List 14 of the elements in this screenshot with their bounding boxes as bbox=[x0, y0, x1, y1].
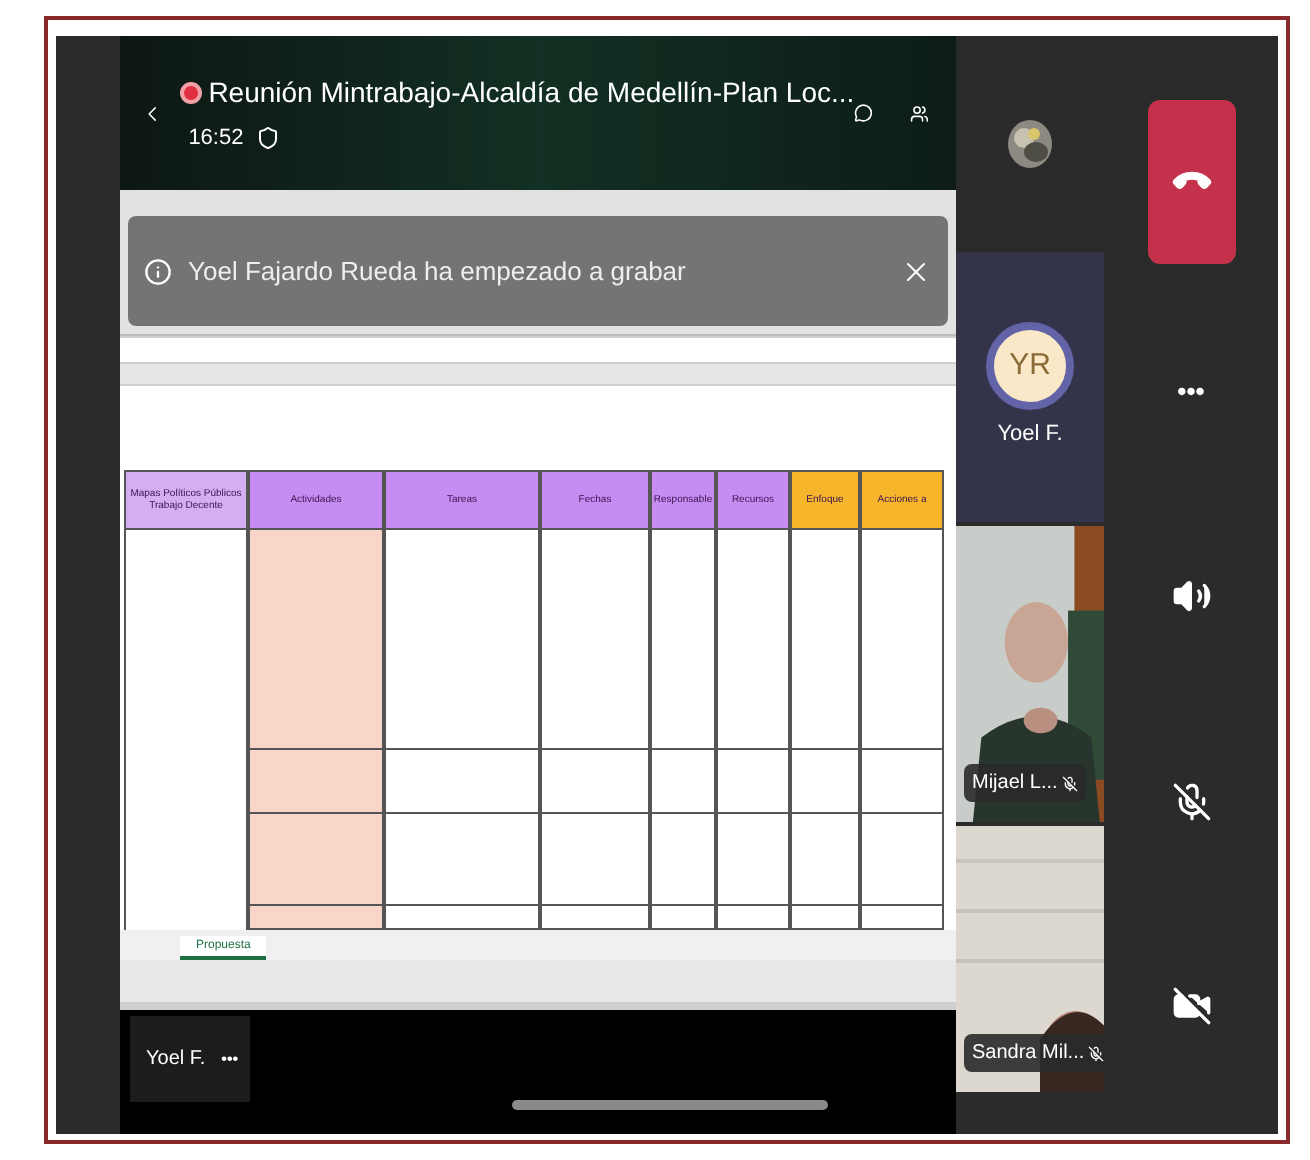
participant-name: Yoel F. bbox=[997, 420, 1063, 451]
more-button[interactable]: ••• bbox=[1177, 378, 1205, 404]
participant-name: Mijael L... bbox=[972, 770, 1058, 798]
participant-tile[interactable]: Mijael L... bbox=[956, 526, 1104, 822]
self-tile[interactable]: Yoel F. ••• bbox=[130, 1016, 250, 1102]
participant-tile[interactable]: Sandra Mil... bbox=[956, 826, 1104, 1092]
participant-tile[interactable]: YR Yoel F. bbox=[956, 252, 1104, 522]
avatar: YR bbox=[986, 322, 1074, 411]
meeting-title: Reunión Mintrabajo-Alcaldía de Medellín-Plan Loc... bbox=[208, 73, 855, 112]
participant-name: Sandra Mil... bbox=[972, 1040, 1085, 1068]
meeting-time: 16:52 bbox=[188, 123, 244, 154]
more-button[interactable]: ••• bbox=[221, 1047, 239, 1071]
participant-name: Yoel F. bbox=[146, 1046, 206, 1074]
notification-text: Yoel Fajardo Rueda ha empezado a grabar bbox=[188, 253, 688, 290]
